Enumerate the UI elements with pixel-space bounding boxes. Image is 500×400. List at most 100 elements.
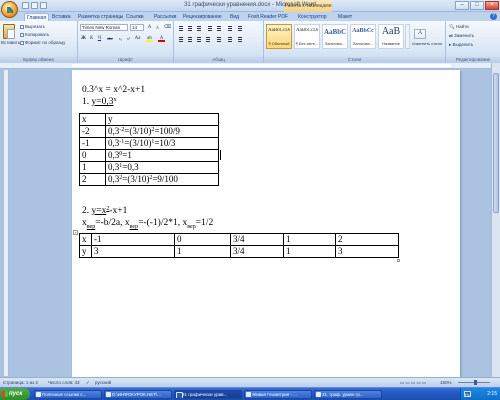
table-move-handle[interactable]: + [73,230,78,235]
table-cell[interactable]: 3 [335,245,399,258]
table-cell-x[interactable]: -2 [79,125,106,138]
table-cell-y[interactable]: 0,3-2=(3/10)2=100/9 [105,125,219,138]
clock[interactable]: 2:15 [487,391,497,397]
clear-format-icon[interactable]: ⌫ [164,24,171,31]
superscript-button[interactable]: x² [125,35,132,42]
table-cell-x[interactable]: 0 [79,149,106,162]
highlight-icon[interactable]: ab [146,35,153,42]
strikethrough-button[interactable]: abe [105,35,115,42]
table-cell[interactable]: 1 [174,245,231,258]
table-cell[interactable]: 1 [283,245,336,258]
table-cell-y[interactable]: 0,30=1 [105,149,219,162]
table-cell[interactable]: 0 [174,233,231,246]
table-header-cell[interactable]: x [79,113,106,126]
justify-icon[interactable] [204,35,211,42]
document-page[interactable]: 0.3^x = x^2-x+1 1. y=0,3x x y -2 0,3-2=(… [72,70,460,377]
page-count[interactable]: Страница: 1 из 2 [3,378,38,387]
font-name-select[interactable]: Times New Roman [80,24,128,31]
table-cell[interactable]: 3/4 [230,245,284,258]
shrink-font-icon[interactable]: A [154,24,161,31]
cut-button[interactable]: Вырезать [20,24,45,29]
paste-button[interactable]: Вставить [1,40,20,45]
table-cell[interactable]: y [79,245,92,258]
tab-page-layout[interactable]: Разметка страницы [76,13,125,21]
style-title[interactable]: AaB Название [378,24,404,49]
numbering-icon[interactable] [186,24,193,31]
select-button[interactable]: ▸ Выделить [449,42,473,48]
change-case-button[interactable]: Aa [134,35,141,42]
word-count[interactable]: Число слов: 43 [48,378,80,387]
taskbar-item-word[interactable]: 31 графически урав... [174,390,242,399]
table-resize-handle[interactable] [397,259,400,262]
tab-references[interactable]: Ссылки [124,13,146,21]
zoom-slider-thumb[interactable] [474,380,477,385]
table-cell-x[interactable]: 2 [79,173,106,186]
underline-button[interactable]: Ч [96,35,103,42]
maximize-button[interactable]: □ [470,1,484,10]
align-right-icon[interactable] [195,35,202,42]
copy-button[interactable]: Копировать [20,32,49,37]
taskbar-item-folder[interactable]: D:\ИНФОКУРОК.НЕТ\... [104,390,172,399]
table-cell[interactable]: x [79,233,92,246]
paste-icon[interactable] [3,24,15,39]
grow-font-icon[interactable]: A [146,24,153,31]
tab-mailings[interactable]: Рассылки [152,13,178,21]
tab-home[interactable]: Главная [24,13,50,21]
find-button[interactable]: 🔍 Найти [449,24,469,30]
horizontal-ruler[interactable] [0,63,491,69]
increase-indent-icon[interactable] [215,24,222,31]
style-normal[interactable]: AaBbCcDc ¶ Обычный [266,24,292,49]
line-spacing-icon[interactable] [215,35,222,42]
style-no-spacing[interactable]: AaBbCcDc ¶ Без инте... [294,24,320,49]
spellcheck-icon[interactable]: ✓ [86,378,90,387]
taskbar-item-browser[interactable]: Полезные ссылки с... [34,390,102,399]
subscript-button[interactable]: x₂ [117,35,124,42]
minimize-button[interactable]: – [455,1,469,10]
zoom-level[interactable]: 150% [440,378,452,387]
shading-icon[interactable] [226,35,233,42]
taskbar-item-document[interactable]: 31. граф. уравн гр... [314,390,382,399]
table-cell[interactable]: 3 [91,245,175,258]
sort-icon[interactable] [226,24,233,31]
tab-foxit[interactable]: Foxit Reader PDF [246,13,290,21]
view-buttons[interactable]: ▭ ▭ ▭ ▭ ▭ [400,378,426,387]
bold-button[interactable]: Ж [80,35,87,42]
table-cell-y[interactable]: 0,3-1=(3/10)1=10/3 [105,137,219,150]
format-painter-button[interactable]: Формат по образцу [20,40,65,45]
font-color-icon[interactable]: A [158,35,165,42]
taskbar-item-geometry[interactable]: Живая Геометрия - ... [244,390,312,399]
table-cell[interactable]: 3/4 [230,233,284,246]
change-styles-icon[interactable]: A [414,29,426,39]
decrease-indent-icon[interactable] [206,24,213,31]
align-left-icon[interactable] [177,35,184,42]
bullets-icon[interactable] [177,24,184,31]
style-heading-2[interactable]: AaBbCc Заголово... [350,24,376,49]
tab-review[interactable]: Рецензирование [181,13,224,21]
language-indicator[interactable]: русский [95,378,111,387]
table-cell[interactable]: 1 [283,233,336,246]
font-size-select[interactable]: 14 [130,24,144,31]
italic-button[interactable]: К [88,35,95,42]
vertical-ruler[interactable] [4,70,9,376]
start-button[interactable]: пуск [0,388,30,400]
align-center-icon[interactable] [186,35,193,42]
table-cell-y[interactable]: 0,31=0,3 [105,161,219,174]
table-cell-x[interactable]: 1 [79,161,106,174]
tab-design[interactable]: Конструктор [296,13,329,21]
vertical-scrollbar[interactable] [491,63,500,377]
table-cell-x[interactable]: -1 [79,137,106,150]
table-cell[interactable]: -1 [91,233,175,246]
tab-layout[interactable]: Макет [336,13,354,21]
replace-button[interactable]: ⇄ Заменить [449,33,474,39]
style-heading-1[interactable]: AaBbC Заголово... [322,24,348,49]
table-header-cell[interactable]: y [105,113,219,126]
tab-insert[interactable]: Вставка [50,13,73,21]
multilevel-list-icon[interactable] [195,24,202,31]
change-styles-button[interactable]: Изменить стили [410,41,444,46]
office-button[interactable] [1,1,18,18]
tab-view[interactable]: Вид [228,13,241,21]
table-cell-y[interactable]: 0,32=(3/10)2=9/100 [105,173,219,186]
language-indicator-tray[interactable]: RU [464,391,471,397]
scrollbar-thumb[interactable] [493,73,499,213]
help-icon[interactable]: ? [490,13,497,20]
